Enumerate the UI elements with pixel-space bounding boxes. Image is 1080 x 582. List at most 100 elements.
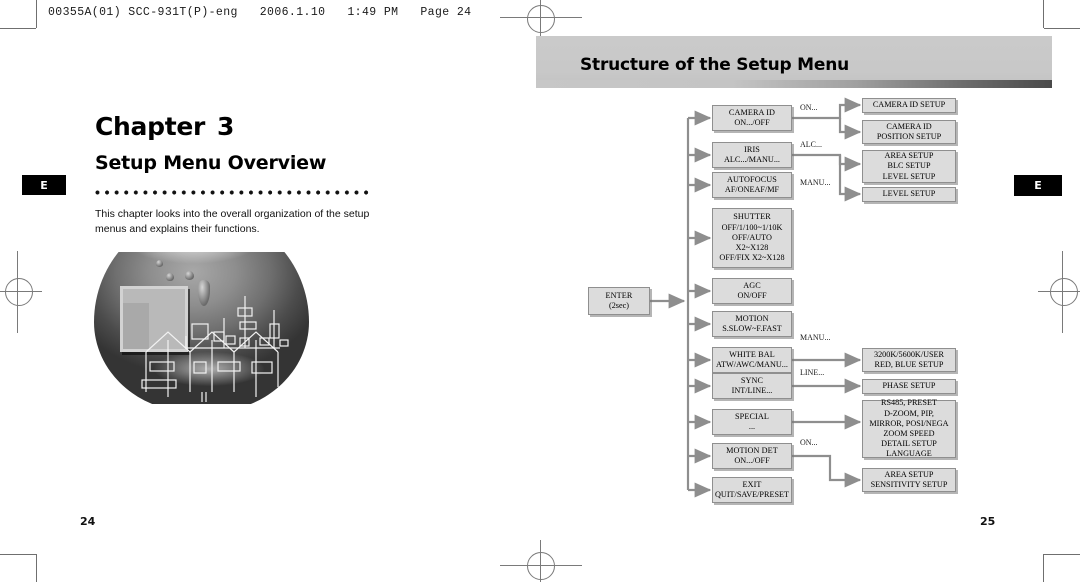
edge-label-camera-id-on: ON... — [800, 103, 818, 112]
node-line: RS485, PRESET — [881, 398, 937, 408]
node-line: ON/OFF — [737, 291, 767, 300]
node-line: CAMERA ID — [886, 121, 932, 131]
chapter-number: 3 — [217, 112, 235, 141]
node-title: AGC — [743, 280, 761, 290]
node-line: RED, BLUE SETUP — [874, 360, 944, 369]
node-motion[interactable]: MOTION S.SLOW~F.FAST — [712, 311, 792, 337]
setup-menu-flow-diagram: ENTER (2sec) CAMERA ID ON.../OFF IRIS AL… — [560, 90, 1040, 510]
edge-tab-left: E — [22, 175, 66, 195]
node-line: ZOOM SPEED — [883, 429, 935, 438]
registration-mark-left — [5, 278, 33, 306]
node-line: AREA SETUP — [884, 151, 934, 161]
node-camera-id[interactable]: CAMERA ID ON.../OFF — [712, 105, 792, 131]
node-area-blc-level-setup[interactable]: AREA SETUP BLC SETUP LEVEL SETUP — [862, 150, 956, 183]
node-line: AREA SETUP — [884, 469, 934, 479]
node-line: ALC.../MANU... — [724, 155, 780, 164]
node-line: LEVEL SETUP — [882, 189, 936, 199]
node-shutter[interactable]: SHUTTER OFF/1/100~1/10K OFF/AUTO X2~X128… — [712, 208, 792, 268]
edge-label-iris-manu: MANU... — [800, 178, 831, 187]
crop-line-top-right — [1044, 28, 1080, 29]
slug-rule — [36, 2, 37, 28]
edge-label-sync-line: LINE... — [800, 368, 825, 377]
node-title: AUTOFOCUS — [727, 174, 777, 184]
node-line: DETAIL SETUP — [881, 439, 937, 449]
node-line: ATW/AWC/MANU... — [716, 360, 788, 369]
node-line: OFF/FIX X2~X128 — [719, 253, 785, 263]
product-illustration — [94, 252, 309, 404]
print-slug: 00355A(01) SCC-931T(P)-eng 2006.1.10 1:4… — [48, 6, 472, 19]
section-title: Structure of the Setup Menu — [580, 55, 850, 75]
node-line: SENSITIVITY SETUP — [870, 480, 948, 489]
node-line: BLC SETUP — [887, 161, 931, 171]
registration-mark-bottom — [527, 552, 555, 580]
node-line: OFF/1/100~1/10K — [721, 222, 783, 232]
print-sheet: 00355A(01) SCC-931T(P)-eng 2006.1.10 1:4… — [0, 0, 1080, 582]
node-line: POSITION SETUP — [876, 132, 942, 141]
edge-label-iris-alc: ALC... — [800, 140, 822, 149]
node-line: X2~X128 — [735, 243, 769, 253]
node-line: ON.../OFF — [734, 456, 770, 465]
page-number-left: 24 — [80, 515, 96, 528]
edge-label-white-bal-manu: MANU... — [800, 333, 831, 342]
edge-label-motion-det-on: ON... — [800, 438, 818, 447]
node-line: AF/ONEAF/MF — [724, 185, 780, 194]
crop-line-bottom-right — [1044, 554, 1080, 555]
node-white-bal-setup[interactable]: 3200K/5600K/USER RED, BLUE SETUP — [862, 348, 956, 372]
node-line: ... — [748, 422, 756, 431]
section-banner-shadow — [536, 80, 1052, 88]
node-title: WHITE BAL — [729, 349, 775, 359]
intro-paragraph: This chapter looks into the overall orga… — [95, 208, 370, 235]
node-line: CAMERA ID SETUP — [872, 100, 946, 110]
crop-line-right-top — [1043, 0, 1044, 28]
node-line: S.SLOW~F.FAST — [722, 324, 782, 333]
node-white-bal[interactable]: WHITE BAL ATW/AWC/MANU... — [712, 347, 792, 373]
node-title: SPECIAL — [735, 411, 769, 421]
node-line: QUIT/SAVE/PRESET — [715, 490, 789, 499]
node-agc[interactable]: AGC ON/OFF — [712, 278, 792, 304]
edge-tab-left-label: E — [40, 178, 48, 192]
node-line: ON.../OFF — [734, 118, 770, 127]
registration-mark-top — [527, 5, 555, 33]
node-special[interactable]: SPECIAL ... — [712, 409, 792, 435]
node-iris[interactable]: IRIS ALC.../MANU... — [712, 142, 792, 168]
node-phase-setup[interactable]: PHASE SETUP — [862, 379, 956, 394]
node-level-setup[interactable]: LEVEL SETUP — [862, 187, 956, 202]
node-sync[interactable]: SYNC INT/LINE... — [712, 373, 792, 399]
crop-line-top-left — [0, 28, 36, 29]
node-camera-id-setup[interactable]: CAMERA ID SETUP — [862, 98, 956, 113]
page-subtitle: Setup Menu Overview — [95, 152, 327, 174]
crop-line-bottom-left — [0, 554, 36, 555]
node-title: SHUTTER — [733, 212, 771, 222]
node-title: MOTION — [735, 313, 769, 323]
registration-mark-right — [1050, 278, 1078, 306]
node-special-setup[interactable]: RS485, PRESET D-ZOOM, PIP, MIRROR, POSI/… — [862, 398, 956, 459]
node-line: 3200K/5600K/USER — [873, 349, 945, 359]
node-motion-det[interactable]: MOTION DET ON.../OFF — [712, 443, 792, 469]
node-line: MIRROR, POSI/NEGA — [869, 418, 949, 428]
city-line-art — [141, 296, 289, 402]
node-exit[interactable]: EXIT QUIT/SAVE/PRESET — [712, 477, 792, 503]
node-enter-sub: (2sec) — [608, 301, 629, 310]
node-title: CAMERA ID — [728, 107, 776, 117]
node-line: D-ZOOM, PIP, — [884, 408, 934, 418]
node-line: LEVEL SETUP — [882, 171, 936, 181]
dotted-divider — [95, 188, 373, 197]
node-enter-title: ENTER — [605, 290, 633, 300]
crop-line-right-bottom — [1043, 554, 1044, 582]
node-title: MOTION DET — [726, 445, 778, 455]
node-line: PHASE SETUP — [882, 381, 936, 391]
page-number-right: 25 — [980, 515, 996, 528]
node-title: IRIS — [744, 144, 760, 154]
node-title: SYNC — [740, 375, 764, 385]
node-motion-det-setup[interactable]: AREA SETUP SENSITIVITY SETUP — [862, 468, 956, 492]
chapter-label: Chapter — [95, 112, 206, 141]
crop-line-left-bottom — [36, 554, 37, 582]
page-title: Chapter 3 — [95, 112, 234, 141]
node-line: LANGUAGE — [886, 449, 932, 459]
node-line: INT/LINE... — [731, 386, 773, 395]
node-camera-id-position-setup[interactable]: CAMERA ID POSITION SETUP — [862, 120, 956, 144]
node-title: EXIT — [742, 479, 762, 489]
node-autofocus[interactable]: AUTOFOCUS AF/ONEAF/MF — [712, 172, 792, 198]
node-line: OFF/AUTO — [732, 232, 772, 242]
node-enter[interactable]: ENTER (2sec) — [588, 287, 650, 315]
